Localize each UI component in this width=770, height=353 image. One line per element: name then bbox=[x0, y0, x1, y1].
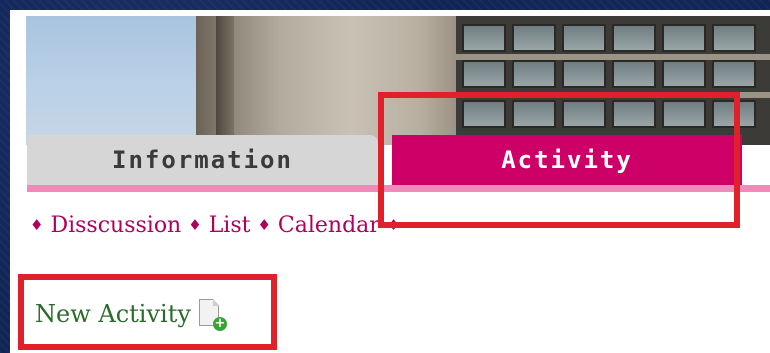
tab-activity[interactable]: Activity bbox=[392, 135, 742, 185]
subnav-link-list[interactable]: List bbox=[209, 213, 251, 238]
bullet-diamond-icon: ♦ bbox=[30, 216, 44, 234]
new-document-add-icon[interactable]: + bbox=[198, 299, 227, 331]
web-page: Information Activity ♦ Disscussion ♦ Lis… bbox=[10, 10, 770, 353]
bullet-diamond-icon: ♦ bbox=[188, 216, 202, 234]
new-activity-link[interactable]: New Activity + bbox=[35, 299, 227, 331]
header-banner-photo bbox=[26, 16, 770, 145]
tab-underline-bar bbox=[27, 185, 770, 192]
new-activity-label: New Activity bbox=[35, 300, 191, 328]
bullet-diamond-icon: ♦ bbox=[386, 216, 401, 234]
tab-activity-label: Activity bbox=[501, 146, 633, 174]
subnav-link-discussion[interactable]: Disscussion bbox=[50, 213, 181, 238]
tab-information-label: Information bbox=[112, 146, 293, 174]
tab-information[interactable]: Information bbox=[27, 135, 378, 185]
subnav-link-calendar[interactable]: Calendar bbox=[278, 213, 380, 238]
bullet-diamond-icon: ♦ bbox=[257, 216, 271, 234]
activity-subnav: ♦ Disscussion ♦ List ♦ Calendar ♦ bbox=[30, 213, 400, 238]
